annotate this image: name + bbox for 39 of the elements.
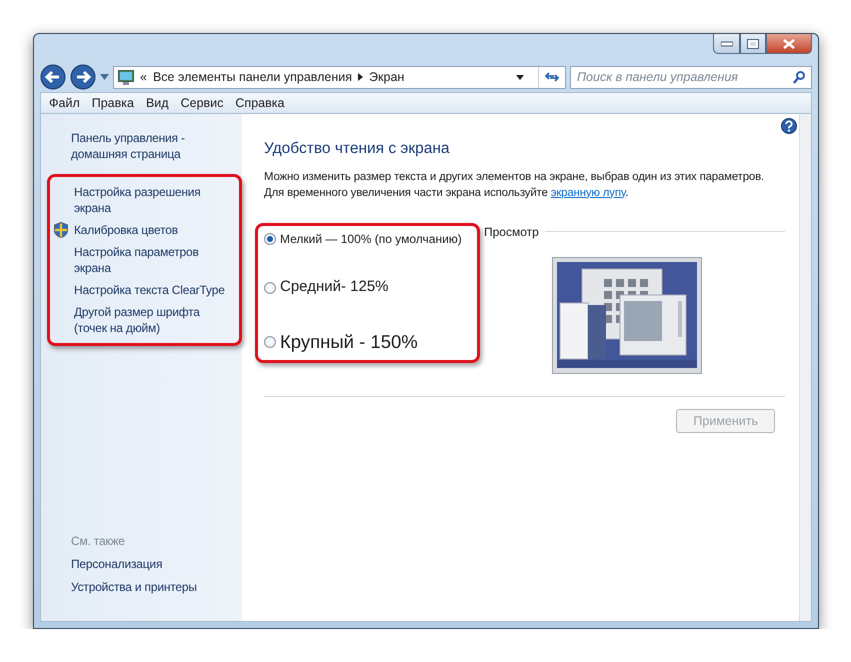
sidebar-link[interactable]: Настройка параметров экрана (74, 244, 233, 276)
back-button[interactable] (40, 64, 66, 90)
description-text: Можно изменить размер текста и других элементов на экране, выбрав один из этих параметров. (264, 170, 766, 185)
menu-item[interactable]: Сервис (176, 94, 228, 112)
magnifier-link[interactable]: экранную лупу (550, 186, 626, 199)
sidebar-link[interactable]: Настройка текста ClearType (74, 282, 233, 298)
radio-option[interactable]: Крупный - 150% (264, 328, 471, 356)
sidebar-link[interactable]: Панель управления - домашняя страница (71, 130, 242, 162)
minimize-button[interactable] (713, 34, 740, 54)
menu-item[interactable]: Вид (140, 94, 174, 112)
search-icon[interactable] (793, 70, 805, 84)
menu-item[interactable]: Справка (230, 94, 290, 112)
close-icon (783, 38, 795, 48)
menu-item[interactable]: Файл (44, 94, 85, 112)
breadcrumb-arrow-icon[interactable] (358, 73, 364, 81)
section-heading: См. также (71, 533, 126, 549)
sidebar-link[interactable]: Персонализация (71, 556, 242, 572)
forward-button[interactable] (70, 64, 96, 90)
menu-item[interactable]: Правка (86, 94, 139, 112)
sidebar-link[interactable]: Устройства и принтеры (71, 579, 242, 595)
radio-option[interactable]: Средний- 125% (264, 276, 471, 299)
sidebar-link[interactable]: Калибровка цветов (74, 222, 233, 238)
monitor-icon (118, 70, 134, 84)
search-field[interactable]: Поиск в панели управления (570, 66, 812, 88)
close-button[interactable] (766, 34, 812, 54)
radio-option[interactable]: Мелкий — 100% (по умолчанию) (264, 230, 471, 248)
sidebar-link[interactable]: Другой размер шрифта (точек на дюйм) (74, 304, 233, 336)
overflow-chevron[interactable]: « (140, 68, 147, 86)
sidebar-link[interactable]: Настройка разрешения экрана (74, 184, 233, 216)
maximize-button[interactable] (740, 34, 766, 54)
group-label: Просмотр (484, 224, 539, 241)
breadcrumb-item[interactable]: Экран (369, 68, 404, 86)
minimize-icon (720, 40, 732, 46)
page-title: Удобство чтения с экрана (264, 140, 451, 159)
scrollbar[interactable] (799, 114, 811, 621)
description-text: Для временного увеличения части экрана используйте экранную лупу. (264, 186, 630, 201)
maximize-icon (747, 38, 759, 48)
help-icon[interactable] (781, 118, 797, 134)
breadcrumb-item[interactable]: Все элементы панели управления (152, 68, 352, 86)
